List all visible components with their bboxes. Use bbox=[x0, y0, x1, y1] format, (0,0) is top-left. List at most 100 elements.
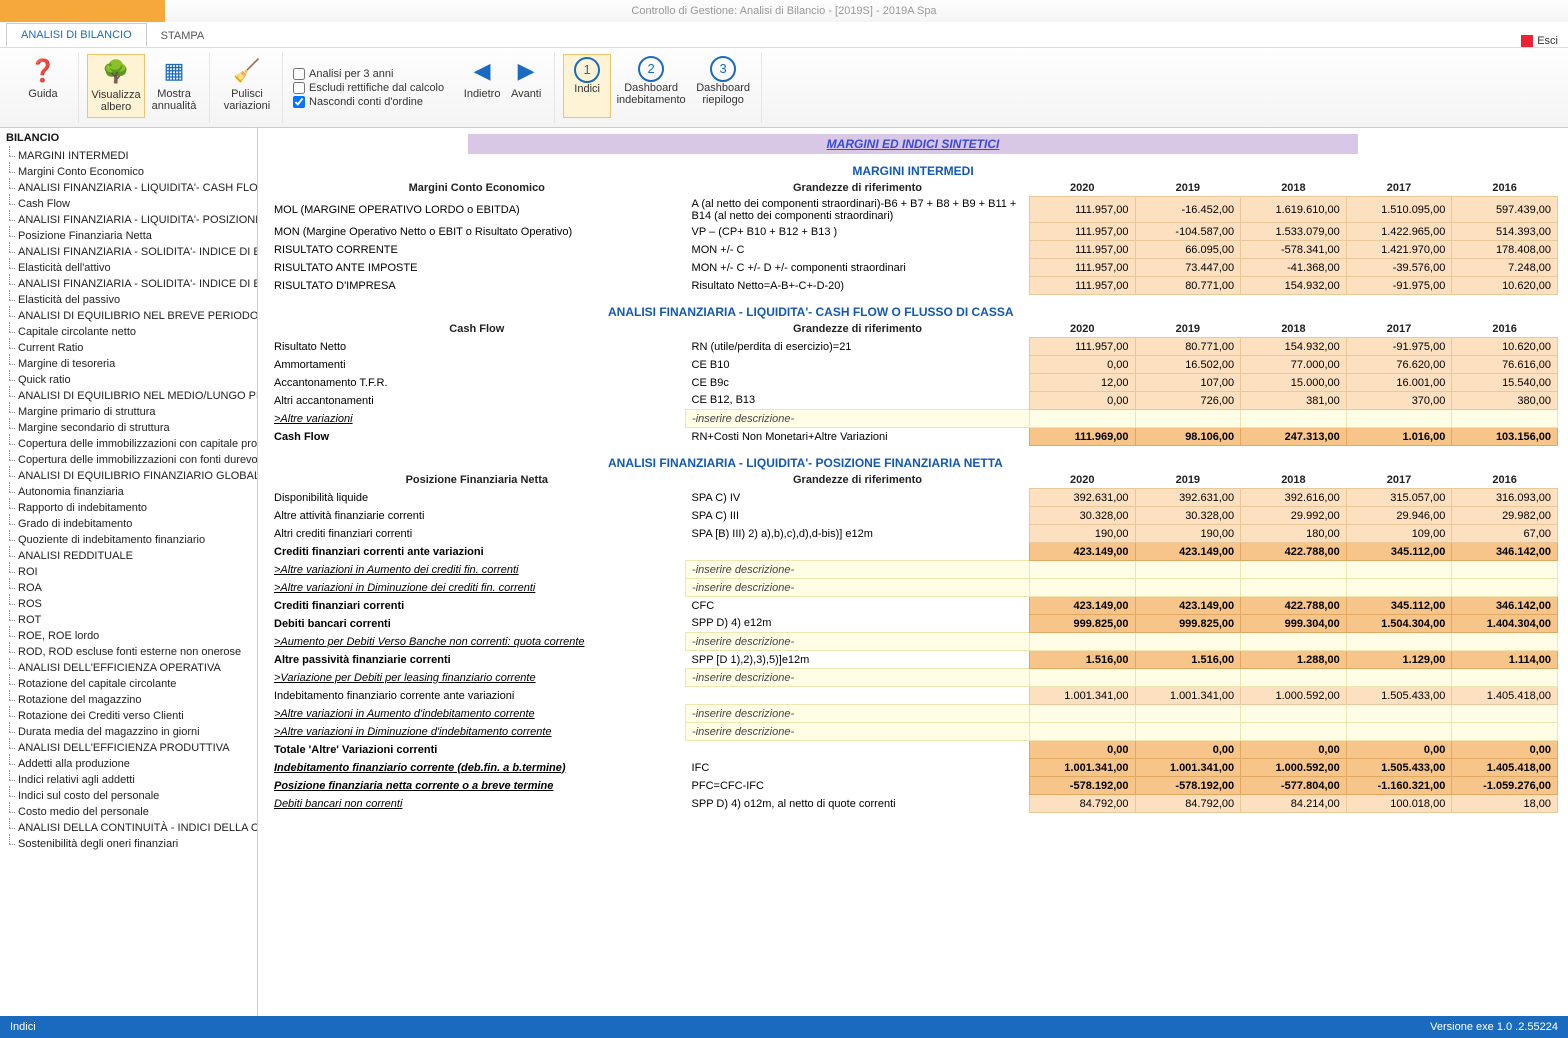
cell-editable[interactable] bbox=[1452, 561, 1558, 579]
cell-editable[interactable] bbox=[1135, 633, 1241, 651]
cell-editable[interactable] bbox=[1452, 723, 1558, 741]
guida-button[interactable]: ❓Guida bbox=[14, 54, 72, 118]
exit-button[interactable]: Esci bbox=[1521, 35, 1558, 47]
tree-item[interactable]: ROI bbox=[0, 564, 257, 580]
tree-item[interactable]: Cash Flow bbox=[0, 196, 257, 212]
mostra-annualita-button[interactable]: ▦Mostra annualità bbox=[145, 54, 203, 118]
step-dashboard-riep-button[interactable]: 3Dashboard riepilogo bbox=[691, 54, 755, 118]
cell-editable[interactable] bbox=[1135, 410, 1241, 428]
cell-editable[interactable] bbox=[1346, 561, 1452, 579]
tree-item[interactable]: Rotazione dei Crediti verso Clienti bbox=[0, 708, 257, 724]
tab-analisi[interactable]: ANALISI DI BILANCIO bbox=[6, 23, 147, 47]
tree-item[interactable]: Copertura delle immobilizzazioni con fon… bbox=[0, 452, 257, 468]
tree-item[interactable]: Addetti alla produzione bbox=[0, 756, 257, 772]
tree-item[interactable]: MARGINI INTERMEDI bbox=[0, 148, 257, 164]
cell-editable[interactable] bbox=[1029, 579, 1135, 597]
visualizza-albero-button[interactable]: 🌳Visualizza albero bbox=[87, 54, 145, 118]
cell-editable[interactable] bbox=[1135, 579, 1241, 597]
cell-editable[interactable] bbox=[1029, 633, 1135, 651]
tree-item[interactable]: ROS bbox=[0, 596, 257, 612]
cell-editable[interactable] bbox=[1452, 633, 1558, 651]
tree-item[interactable]: Indici sul costo del personale bbox=[0, 788, 257, 804]
cell-editable[interactable] bbox=[1346, 723, 1452, 741]
cell-editable[interactable] bbox=[1241, 579, 1347, 597]
avanti-button[interactable]: ▶Avanti bbox=[504, 54, 548, 118]
cell-editable[interactable] bbox=[1029, 561, 1135, 579]
tree-item[interactable]: Indici relativi agli addetti bbox=[0, 772, 257, 788]
tree-item[interactable]: Elasticità dell'attivo bbox=[0, 260, 257, 276]
tree-item[interactable]: ANALISI FINANZIARIA - LIQUIDITA'- POSIZI… bbox=[0, 212, 257, 228]
tree-item[interactable]: ROA bbox=[0, 580, 257, 596]
tree-item[interactable]: Current Ratio bbox=[0, 340, 257, 356]
cell-editable[interactable] bbox=[1135, 561, 1241, 579]
cell-editable[interactable] bbox=[1346, 579, 1452, 597]
tree-item[interactable]: Costo medio del personale bbox=[0, 804, 257, 820]
cell-editable[interactable] bbox=[1029, 705, 1135, 723]
step-dashboard-indeb-button[interactable]: 2Dashboard indebitamento bbox=[611, 54, 691, 118]
cell-editable[interactable] bbox=[1029, 669, 1135, 687]
cell-editable[interactable] bbox=[1346, 705, 1452, 723]
tree-item[interactable]: Rotazione del capitale circolante bbox=[0, 676, 257, 692]
tree-item[interactable]: Capitale circolante netto bbox=[0, 324, 257, 340]
tree-item[interactable]: Sostenibilità degli oneri finanziari bbox=[0, 836, 257, 852]
tree-item[interactable]: ANALISI FINANZIARIA - SOLIDITA'- INDICE … bbox=[0, 244, 257, 260]
tree-item[interactable]: ANALISI FINANZIARIA - SOLIDITA'- INDICE … bbox=[0, 276, 257, 292]
tree-item[interactable]: Quick ratio bbox=[0, 372, 257, 388]
main-header-link[interactable]: MARGINI ED INDICI SINTETICI bbox=[827, 137, 1000, 151]
row-ref-editable[interactable]: -inserire descrizione- bbox=[686, 410, 1030, 428]
tree-item[interactable]: ANALISI DI EQUILIBRIO FINANZIARIO GLOBAL… bbox=[0, 468, 257, 484]
row-ref-editable[interactable]: -inserire descrizione- bbox=[686, 633, 1030, 651]
file-tab[interactable] bbox=[0, 0, 165, 22]
cell-editable[interactable] bbox=[1452, 410, 1558, 428]
step-indici-button[interactable]: 1Indici bbox=[563, 54, 611, 118]
tree-item[interactable]: ROE, ROE lordo bbox=[0, 628, 257, 644]
cell-editable[interactable] bbox=[1346, 410, 1452, 428]
cell-editable[interactable] bbox=[1241, 669, 1347, 687]
tree-item[interactable]: ANALISI DI EQUILIBRIO NEL MEDIO/LUNGO PE… bbox=[0, 388, 257, 404]
cell-editable[interactable] bbox=[1452, 705, 1558, 723]
tree-item[interactable]: Margine di tesoreria bbox=[0, 356, 257, 372]
cell-editable[interactable] bbox=[1452, 669, 1558, 687]
tree-item[interactable]: Posizione Finanziaria Netta bbox=[0, 228, 257, 244]
tree-item[interactable]: ANALISI REDDITUALE bbox=[0, 548, 257, 564]
tree-item[interactable]: ANALISI FINANZIARIA - LIQUIDITA'- CASH F… bbox=[0, 180, 257, 196]
tree-item[interactable]: Durata media del magazzino in giorni bbox=[0, 724, 257, 740]
tree-item[interactable]: Grado di indebitamento bbox=[0, 516, 257, 532]
tree-item[interactable]: Autonomia finanziaria bbox=[0, 484, 257, 500]
cell-editable[interactable] bbox=[1346, 669, 1452, 687]
tree-item[interactable]: ANALISI DI EQUILIBRIO NEL BREVE PERIODO … bbox=[0, 308, 257, 324]
indietro-button[interactable]: ◀Indietro bbox=[460, 54, 504, 118]
chk-analisi3anni[interactable]: Analisi per 3 anni bbox=[293, 68, 444, 80]
tree-item[interactable]: ANALISI DELLA CONTINUITÀ - INDICI DELLA … bbox=[0, 820, 257, 836]
pulisci-variazioni-button[interactable]: 🧹Pulisci variazioni bbox=[218, 54, 276, 118]
chk-nascondi-conti[interactable]: Nascondi conti d'ordine bbox=[293, 96, 444, 108]
row-ref-editable[interactable]: -inserire descrizione- bbox=[686, 561, 1030, 579]
cell-editable[interactable] bbox=[1241, 633, 1347, 651]
tree-item[interactable]: ROT bbox=[0, 612, 257, 628]
tree-item[interactable]: ANALISI DELL'EFFICIENZA OPERATIVA bbox=[0, 660, 257, 676]
row-ref-editable[interactable]: -inserire descrizione- bbox=[686, 579, 1030, 597]
tree-item[interactable]: Quoziente di indebitamento finanziario bbox=[0, 532, 257, 548]
tree-item[interactable]: Margine secondario di struttura bbox=[0, 420, 257, 436]
cell-editable[interactable] bbox=[1241, 410, 1347, 428]
cell-editable[interactable] bbox=[1241, 723, 1347, 741]
cell-editable[interactable] bbox=[1241, 705, 1347, 723]
tree-item[interactable]: Rapporto di indebitamento bbox=[0, 500, 257, 516]
sidebar-tree[interactable]: BILANCIO MARGINI INTERMEDIMargini Conto … bbox=[0, 128, 258, 1016]
cell-editable[interactable] bbox=[1135, 723, 1241, 741]
row-ref-editable[interactable]: -inserire descrizione- bbox=[686, 705, 1030, 723]
cell-editable[interactable] bbox=[1241, 561, 1347, 579]
tree-item[interactable]: Margini Conto Economico bbox=[0, 164, 257, 180]
row-ref-editable[interactable]: -inserire descrizione- bbox=[686, 723, 1030, 741]
cell-editable[interactable] bbox=[1029, 723, 1135, 741]
tree-item[interactable]: Margine primario di struttura bbox=[0, 404, 257, 420]
cell-editable[interactable] bbox=[1135, 669, 1241, 687]
main-content[interactable]: MARGINI ED INDICI SINTETICI MARGINI INTE… bbox=[258, 128, 1568, 1016]
cell-editable[interactable] bbox=[1452, 579, 1558, 597]
chk-escludi-rettifiche[interactable]: Escludi rettifiche dal calcolo bbox=[293, 82, 444, 94]
tree-item[interactable]: ROD, ROD escluse fonti esterne non onero… bbox=[0, 644, 257, 660]
tree-item[interactable]: Copertura delle immobilizzazioni con cap… bbox=[0, 436, 257, 452]
tree-item[interactable]: ANALISI DELL'EFFICIENZA PRODUTTIVA bbox=[0, 740, 257, 756]
cell-editable[interactable] bbox=[1029, 410, 1135, 428]
tree-item[interactable]: Elasticità del passivo bbox=[0, 292, 257, 308]
